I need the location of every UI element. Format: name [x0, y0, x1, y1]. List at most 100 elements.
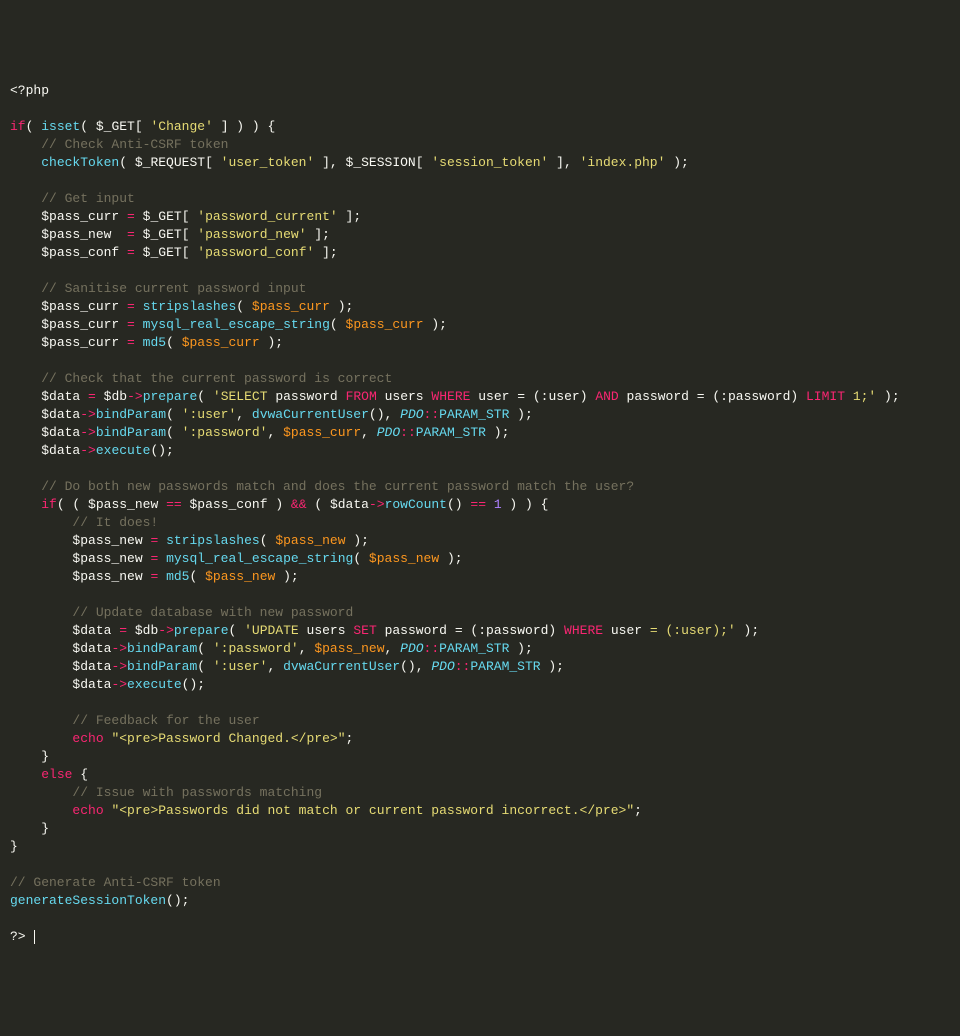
tok-v_data: $data [41, 425, 80, 440]
tok-op_eq: = [127, 227, 135, 242]
tok-sql_sel_1: 'SELECT [213, 389, 268, 404]
tok-op_eq: = [127, 317, 135, 332]
tok-php_open: <?php [10, 83, 49, 98]
tok-const_PSTR: PARAM_STR [470, 659, 540, 674]
tok-cmt_csrf: // Check Anti-CSRF token [41, 137, 228, 152]
tok-v_db: $db [104, 389, 127, 404]
tok-sql_limit: LIMIT [806, 389, 845, 404]
tok-fn_stripslashes: stripslashes [143, 299, 237, 314]
tok-v_pcurr: $pass_curr [283, 425, 361, 440]
tok-cls_PDO: PDO [431, 659, 454, 674]
tok-op_arrow: -> [111, 677, 127, 692]
tok-op_arrow: -> [369, 497, 385, 512]
tok-fn_mres: mysql_real_escape_string [143, 317, 330, 332]
tok-sql_eq_pwd: = (:password) [455, 623, 556, 638]
tok-s_index: 'index.php' [580, 155, 666, 170]
tok-v_SES: $_SESSION [346, 155, 416, 170]
tok-const_PSTR: PARAM_STR [439, 407, 509, 422]
tok-op_eq: = [88, 389, 96, 404]
tok-op_arrow: -> [80, 443, 96, 458]
tok-cmt_fb: // Feedback for the user [72, 713, 259, 728]
tok-kw_echo: echo [72, 803, 103, 818]
tok-cmt_getin: // Get input [41, 191, 135, 206]
tok-fn_genTok: generateSessionToken [10, 893, 166, 908]
tok-sql_eq_user: = (:user) [517, 389, 587, 404]
tok-cmt_both: // Do both new passwords match and does … [41, 479, 634, 494]
tok-v_data: $data [41, 407, 80, 422]
tok-kw_echo: echo [72, 731, 103, 746]
tok-v_GET: $_GET [143, 209, 182, 224]
tok-fn_rowCount: rowCount [385, 497, 447, 512]
tok-const_PSTR: PARAM_STR [416, 425, 486, 440]
tok-fn_md5: md5 [143, 335, 166, 350]
tok-fn_bindParam: bindParam [96, 407, 166, 422]
tok-echo_nomatch: "<pre>Passwords did not match or current… [111, 803, 634, 818]
tok-v_data: $data [72, 641, 111, 656]
tok-fn_bindParam: bindParam [127, 659, 197, 674]
tok-op_arrow: -> [127, 389, 143, 404]
tok-fn_checkToken: checkToken [41, 155, 119, 170]
tok-v_data: $data [72, 623, 111, 638]
tok-echo_changed: "<pre>Password Changed.</pre>" [111, 731, 345, 746]
tok-v_pconf: $pass_conf [190, 497, 268, 512]
tok-op_arrow: -> [111, 641, 127, 656]
tok-const_PSTR: PARAM_STR [439, 641, 509, 656]
tok-cmt_gen: // Generate Anti-CSRF token [10, 875, 221, 890]
tok-sql_from: FROM [346, 389, 377, 404]
tok-cls_PDO: PDO [400, 641, 423, 656]
tok-sql_where: WHERE [564, 623, 603, 638]
tok-v_pcurr: $pass_curr [346, 317, 424, 332]
tok-s_password: ':password' [182, 425, 268, 440]
tok-cmt_upd: // Update database with new password [72, 605, 353, 620]
tok-v_pnew: $pass_new [72, 533, 142, 548]
tok-sql_users: users [307, 623, 346, 638]
tok-sql_and: AND [595, 389, 618, 404]
tok-fn_prepare: prepare [143, 389, 198, 404]
tok-v_db: $db [135, 623, 158, 638]
tok-cmt_chk: // Check that the current password is co… [41, 371, 392, 386]
tok-sql_where: WHERE [431, 389, 470, 404]
tok-n_one: 1 [494, 497, 502, 512]
tok-op_eq: = [127, 299, 135, 314]
tok-cmt_san: // Sanitise current password input [41, 281, 306, 296]
tok-op_deq: == [166, 497, 182, 512]
tok-fn_dvwaCU: dvwaCurrentUser [283, 659, 400, 674]
tok-op_eq: = [127, 335, 135, 350]
tok-v_GET: $_GET [96, 119, 135, 134]
tok-v_pnew: $pass_new [88, 497, 158, 512]
tok-v_data: $data [41, 389, 80, 404]
tok-sql_user: user [611, 623, 642, 638]
tok-v_pnew: $pass_new [369, 551, 439, 566]
tok-sql_update: 'UPDATE [244, 623, 299, 638]
tok-op_scope: :: [400, 425, 416, 440]
tok-op_scope: :: [455, 659, 471, 674]
tok-v_pnew: $pass_new [72, 569, 142, 584]
tok-v_GET: $_GET [143, 245, 182, 260]
tok-v_pnew: $pass_new [72, 551, 142, 566]
tok-v_pnew: $pass_new [41, 227, 111, 242]
tok-sql_set: SET [353, 623, 376, 638]
tok-op_arrow: -> [158, 623, 174, 638]
tok-fn_dvwaCU: dvwaCurrentUser [252, 407, 369, 422]
tok-v_data: $data [72, 677, 111, 692]
tok-s_pwd_cur: 'password_current' [197, 209, 337, 224]
code-editor[interactable]: <?php if( isset( $_GET[ 'Change' ] ) ) {… [10, 82, 960, 946]
tok-cls_PDO: PDO [377, 425, 400, 440]
tok-s_user: ':user' [213, 659, 268, 674]
tok-op_scope: :: [424, 641, 440, 656]
tok-php_close: ?> [10, 929, 26, 944]
tok-fn_bindParam: bindParam [127, 641, 197, 656]
tok-v_REQ: $_REQUEST [135, 155, 205, 170]
tok-v_pcurr: $pass_curr [41, 299, 119, 314]
tok-v_pnew: $pass_new [205, 569, 275, 584]
tok-s_pwd_new: 'password_new' [197, 227, 306, 242]
tok-op_deq: == [470, 497, 486, 512]
tok-s_Change: 'Change' [150, 119, 212, 134]
tok-v_pnew: $pass_new [275, 533, 345, 548]
tok-op_eq: = [127, 245, 135, 260]
text-cursor [34, 930, 35, 944]
tok-sql_upd_end: = (:user);' [650, 623, 736, 638]
tok-fn_execute: execute [96, 443, 151, 458]
tok-v_pnew: $pass_new [314, 641, 384, 656]
tok-v_data: $data [72, 659, 111, 674]
